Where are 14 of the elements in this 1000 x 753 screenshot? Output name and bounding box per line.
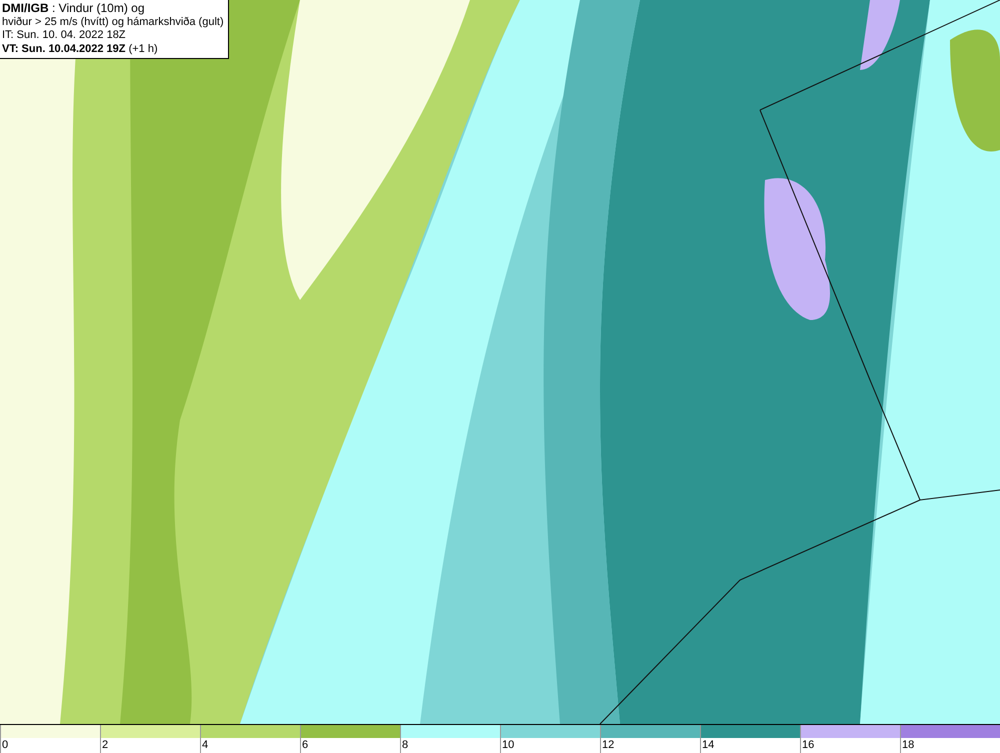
legend-label: 0 <box>1 738 8 752</box>
legend-label: 4 <box>201 738 208 752</box>
legend-label: 8 <box>401 738 408 752</box>
legend-label: 18 <box>901 738 914 752</box>
info-text: DMI/IGB : Vindur (10m) og <box>2 2 146 16</box>
legend-label: 12 <box>601 738 614 752</box>
info-text: IT: Sun. 10. 04. 2022 18Z <box>2 29 127 42</box>
legend-label: 10 <box>501 738 514 752</box>
legend-label: 2 <box>101 738 108 752</box>
legend-label: 16 <box>801 738 814 752</box>
info-text: VT: Sun. 10.04.2022 19Z (+1 h) <box>2 42 159 56</box>
legend-label: 6 <box>301 738 308 752</box>
legend-label: 14 <box>701 738 714 752</box>
info-text: hviður > 25 m/s (hvítt) og hámarkshviða (gult) <box>2 16 224 29</box>
